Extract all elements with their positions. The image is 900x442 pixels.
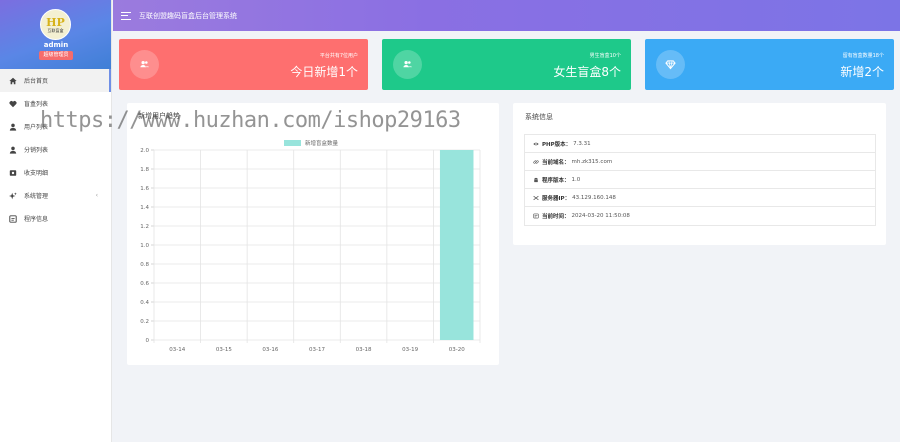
system-info-table: PHP版本： 7.3.31 当前域名： mh.zk315.com 程序版本： 1… [524, 134, 876, 226]
stat-caption: 平台共有7位用户 [319, 53, 358, 59]
hamburger-menu-icon[interactable] [121, 11, 131, 20]
info-row-server-ip: 服务器IP： 43.129.160.148 [525, 189, 875, 207]
app-title: 互联创盟趣码盲盒后台管理系统 [139, 11, 237, 20]
info-label: PHP版本： [542, 141, 572, 148]
sidebar-item-label: 系统管理 [24, 193, 49, 200]
diamond-icon [656, 50, 685, 79]
sidebar-item-home[interactable]: 后台首页 [0, 69, 111, 92]
x-tick-label: 03-19 [402, 347, 418, 353]
home-icon [9, 77, 17, 85]
chevron-left-icon: ‹ [95, 192, 98, 199]
sidebar-item-blindbox-list[interactable]: 盲盒列表 [0, 92, 111, 115]
avatar[interactable]: HP 互联盲盒 [40, 9, 71, 40]
y-tick-label: 1.6 [140, 186, 149, 192]
stat-value: 新增2个 [840, 65, 884, 79]
wallet-icon [9, 169, 17, 177]
bar [439, 150, 474, 340]
info-label: 程序版本： [542, 177, 570, 184]
user-icon [9, 123, 17, 131]
info-label: 服务器IP： [542, 195, 571, 202]
info-value: 7.3.31 [573, 140, 591, 147]
stat-caption: 男生盲盒10个 [589, 53, 621, 59]
sidebar-item-finance[interactable]: 收支明细 [0, 161, 111, 184]
sidebar-item-system[interactable]: 系统管理 ‹ [0, 184, 111, 207]
info-label: 当前域名： [542, 159, 570, 166]
info-row-php: PHP版本： 7.3.31 [525, 135, 875, 153]
x-tick-label: 03-14 [169, 347, 185, 353]
y-tick-label: 0.8 [140, 262, 149, 268]
sidebar-item-label: 后台首页 [24, 78, 49, 85]
sparkle-icon [9, 191, 17, 200]
sidebar-item-label: 分销列表 [24, 147, 49, 154]
user-icon [9, 146, 17, 154]
info-icon [9, 214, 17, 223]
info-row-current-time: 当前时间： 2024-03-20 11:50:08 [525, 207, 875, 225]
sidebar-item-label: 程序信息 [24, 216, 49, 223]
x-tick-label: 03-15 [216, 347, 232, 353]
sidebar: HP 互联盲盒 admin 超级管理员 后台首页 盲盒列表 用户列表 分销列表 … [0, 0, 112, 442]
stat-value: 今日新增1个 [290, 65, 358, 79]
android-icon [533, 177, 539, 183]
stat-card-users: 平台共有7位用户 今日新增1个 [119, 39, 368, 90]
legend-label: 新增盲盒数量 [305, 139, 339, 147]
y-tick-label: 0 [146, 338, 150, 344]
info-value: 2024-03-20 11:50:08 [571, 213, 630, 219]
sidebar-item-distribution-list[interactable]: 分销列表 [0, 138, 111, 161]
sidebar-item-label: 用户列表 [24, 124, 49, 131]
users-icon [130, 50, 159, 79]
y-tick-label: 1.0 [140, 243, 149, 249]
sidebar-item-user-list[interactable]: 用户列表 [0, 115, 111, 138]
bar-chart: 0 0.2 0.4 0.6 0.8 1.0 1.2 1.4 1.6 1.8 2.0 03-14 03-1… [140, 139, 481, 353]
info-value: 1.0 [571, 176, 581, 183]
stat-card-blindbox-stock: 留有盲盒数量18个 新增2个 [645, 39, 894, 90]
network-icon [533, 195, 539, 201]
y-tick-label: 1.8 [140, 167, 149, 173]
legend-swatch [284, 140, 301, 146]
link-icon [533, 159, 539, 165]
stat-value: 女生盲盒8个 [553, 65, 621, 79]
heart-icon [9, 100, 17, 108]
x-tick-label: 03-16 [262, 347, 278, 353]
chart-panel: 0 0.2 0.4 0.6 0.8 1.0 1.2 1.4 1.6 1.8 2.0 03-14 03-1… [127, 103, 499, 365]
users-icon [393, 50, 422, 79]
y-tick-label: 1.2 [140, 224, 149, 230]
sidebar-item-label: 盲盒列表 [24, 101, 49, 108]
info-row-version: 程序版本： 1.0 [525, 171, 875, 189]
avatar-logo-caption: 互联盲盒 [47, 27, 64, 33]
y-tick-label: 1.4 [140, 205, 149, 211]
avatar-logo: HP [46, 15, 65, 29]
sidebar-nav: 后台首页 盲盒列表 用户列表 分销列表 收支明细 系统管理 ‹ 程序信息 [0, 69, 111, 230]
sidebar-item-label: 收支明细 [24, 170, 49, 177]
info-row-domain: 当前域名： mh.zk315.com [525, 153, 875, 171]
stat-caption: 留有盲盒数量18个 [842, 53, 884, 59]
x-tick-label: 03-20 [449, 347, 465, 353]
y-tick-label: 0.2 [140, 319, 149, 325]
system-info-title: 系统信息 [525, 113, 553, 121]
role-badge: 超级管理员 [39, 51, 73, 60]
y-tick-label: 0.4 [140, 300, 149, 306]
chart-title: 新增用户趋势 [138, 112, 180, 120]
username: admin [43, 41, 69, 49]
info-value: mh.zk315.com [571, 158, 613, 165]
sidebar-item-program-info[interactable]: 程序信息 [0, 207, 111, 230]
clock-icon [533, 213, 539, 219]
profile-header: HP 互联盲盒 admin 超级管理员 [0, 0, 111, 69]
info-label: 当前时间： [542, 214, 570, 220]
info-value: 43.129.160.148 [572, 194, 616, 201]
y-tick-label: 2.0 [140, 148, 149, 154]
x-tick-label: 03-17 [309, 347, 325, 353]
eye-icon [533, 141, 539, 147]
stat-card-blindbox-gender: 男生盲盒10个 女生盲盒8个 [382, 39, 631, 90]
y-tick-label: 0.6 [140, 281, 149, 287]
x-tick-label: 03-18 [356, 347, 372, 353]
top-header: 互联创盟趣码盲盒后台管理系统 [113, 0, 900, 31]
system-info-panel: 系统信息 PHP版本： 7.3.31 当前域名： mh.zk315.com 程序… [513, 103, 886, 245]
